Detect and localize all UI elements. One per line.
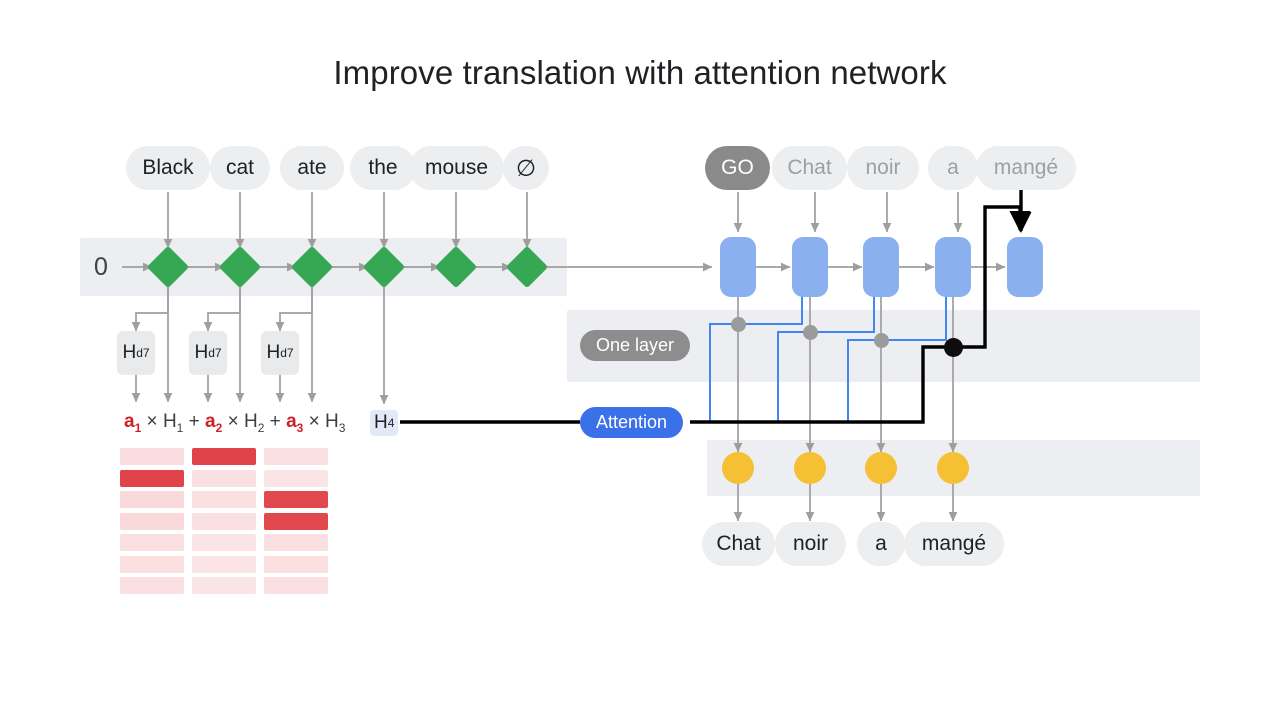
heatmap-cell: [264, 512, 328, 530]
hidden-state-box-2: Hd7: [261, 331, 299, 375]
hidden-state-box-0: Hd7: [117, 331, 155, 375]
decoder-input-token-2[interactable]: noir: [847, 146, 919, 190]
decoder-input-token-0[interactable]: GO: [705, 146, 770, 190]
context-vector-subscript: 4: [387, 416, 395, 430]
output-node-1: [794, 452, 826, 484]
encoder-token-0[interactable]: Black: [126, 146, 210, 190]
hidden-state-box-1: Hd7: [189, 331, 227, 375]
decoder-cell-0: [720, 237, 756, 297]
formula-times-1: ×: [227, 411, 239, 432]
encoder-token-3[interactable]: the: [350, 146, 416, 190]
decoder-output-token-0[interactable]: Chat: [702, 522, 775, 566]
formula-coef-1-sub: 2: [215, 420, 223, 435]
decoder-input-token-1[interactable]: Chat: [772, 146, 847, 190]
decoder-output-token-2[interactable]: a: [857, 522, 905, 566]
hidden-state-symbol: H: [266, 342, 281, 363]
encoder-initial-state: 0: [94, 253, 108, 281]
formula-coef-0: a: [124, 411, 135, 432]
output-node-2: [865, 452, 897, 484]
formula-state-0: H: [162, 411, 177, 432]
heatmap-cell: [120, 469, 184, 487]
formula-plus-0: +: [188, 411, 200, 432]
heatmap-cell: [264, 577, 328, 594]
decoder-cell-3: [935, 237, 971, 297]
attention-weight-heatmap: [120, 448, 332, 600]
hidden-state-symbol: H: [122, 342, 137, 363]
formula-state-1-sub: 2: [257, 420, 265, 435]
decoder-cell-4: [1007, 237, 1043, 297]
heatmap-cell: [192, 469, 256, 487]
attention-tap-dot-3-active: [944, 338, 963, 357]
formula-coef-2: a: [286, 411, 297, 432]
formula-times-0: ×: [146, 411, 158, 432]
hidden-state-subscript: d7: [280, 346, 294, 360]
hidden-state-symbol: H: [194, 342, 209, 363]
decoder-cell-2: [863, 237, 899, 297]
decoder-output-token-1[interactable]: noir: [775, 522, 846, 566]
formula-state-2: H: [325, 411, 339, 432]
encoder-token-2[interactable]: ate: [280, 146, 344, 190]
output-node-3: [937, 452, 969, 484]
heatmap-cell: [264, 534, 328, 551]
heatmap-cell: [264, 448, 328, 465]
hidden-state-subscript: d7: [136, 346, 150, 360]
heatmap-cell: [192, 448, 256, 465]
heatmap-cell: [120, 534, 184, 551]
decoder-output-token-3[interactable]: mangé: [904, 522, 1004, 566]
attention-tap-dot-1: [803, 325, 818, 340]
heatmap-cell: [192, 577, 256, 594]
context-vector-symbol: H: [374, 412, 388, 433]
attention-label[interactable]: Attention: [580, 407, 684, 438]
formula-state-0-sub: 1: [176, 420, 184, 435]
encoder-token-1[interactable]: cat: [210, 146, 270, 190]
heatmap-cell: [120, 577, 184, 594]
heatmap-cell: [264, 491, 328, 508]
decoder-cell-1: [792, 237, 828, 297]
formula-coef-2-sub: 3: [296, 420, 304, 435]
heatmap-cell: [120, 448, 184, 465]
slide-canvas: Improve translation with attention netwo…: [0, 0, 1280, 720]
output-node-0: [722, 452, 754, 484]
context-vector-box: H4: [370, 410, 399, 436]
decoder-input-token-3[interactable]: a: [928, 146, 978, 190]
formula-plus-1: +: [269, 411, 281, 432]
encoder-token-4[interactable]: mouse: [409, 146, 504, 190]
attention-formula: a1 × H1 + a2 × H2 + a3 × H3: [124, 411, 345, 435]
attention-tap-dot-2: [874, 333, 889, 348]
hidden-state-subscript: d7: [208, 346, 222, 360]
page-title: Improve translation with attention netwo…: [333, 54, 947, 91]
heatmap-cell: [192, 491, 256, 508]
heatmap-cell: [120, 512, 184, 530]
heatmap-cell: [120, 491, 184, 508]
formula-times-2: ×: [308, 411, 320, 432]
heatmap-cell: [192, 534, 256, 551]
encoder-token-5-empty-set[interactable]: ∅: [503, 146, 549, 190]
formula-coef-1: a: [205, 411, 216, 432]
heatmap-cell: [264, 555, 328, 573]
one-layer-label: One layer: [580, 330, 691, 361]
decoder-input-token-4[interactable]: mangé: [976, 146, 1076, 190]
formula-state-2-sub: 3: [338, 420, 346, 435]
formula-coef-0-sub: 1: [134, 420, 142, 435]
attention-tap-dot-0: [731, 317, 746, 332]
heatmap-cell: [120, 555, 184, 573]
formula-state-1: H: [243, 411, 258, 432]
heatmap-cell: [264, 469, 328, 487]
heatmap-cell: [192, 555, 256, 573]
heatmap-cell: [192, 512, 256, 530]
